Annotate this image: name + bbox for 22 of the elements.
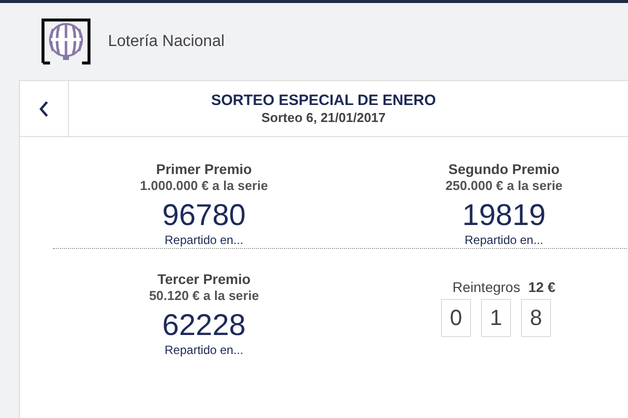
reintegro-digit: 8 xyxy=(521,299,551,337)
prize-name: Primer Premio xyxy=(156,161,252,177)
distribution-link[interactable]: Repartido en... xyxy=(164,343,244,357)
draw-title: SORTEO ESPECIAL DE ENERO xyxy=(211,92,436,109)
prize-amount: 1.000.000 € a la serie xyxy=(140,178,268,193)
winning-number: 62228 xyxy=(162,309,246,343)
winning-number: 96780 xyxy=(162,199,246,233)
winning-number: 19819 xyxy=(462,199,546,233)
reintegro-digit: 0 xyxy=(441,299,471,337)
prize-name: Segundo Premio xyxy=(448,161,560,177)
reintegros-label: Reintegros xyxy=(452,279,520,295)
chevron-left-icon xyxy=(39,100,49,116)
reintegro-digit: 1 xyxy=(481,299,511,337)
prize-amount: 50.120 € a la serie xyxy=(149,288,259,303)
prize-amount: 250.000 € a la serie xyxy=(445,178,563,193)
logo-icon xyxy=(40,16,92,66)
distribution-link[interactable]: Repartido en... xyxy=(164,233,244,247)
draw-subtitle: Sorteo 6, 21/01/2017 xyxy=(261,110,386,125)
prize-name: Tercer Premio xyxy=(157,271,251,287)
distribution-link[interactable]: Repartido en... xyxy=(464,233,544,247)
reintegros-amount: 12 € xyxy=(528,279,556,295)
app-title: Lotería Nacional xyxy=(108,32,225,50)
